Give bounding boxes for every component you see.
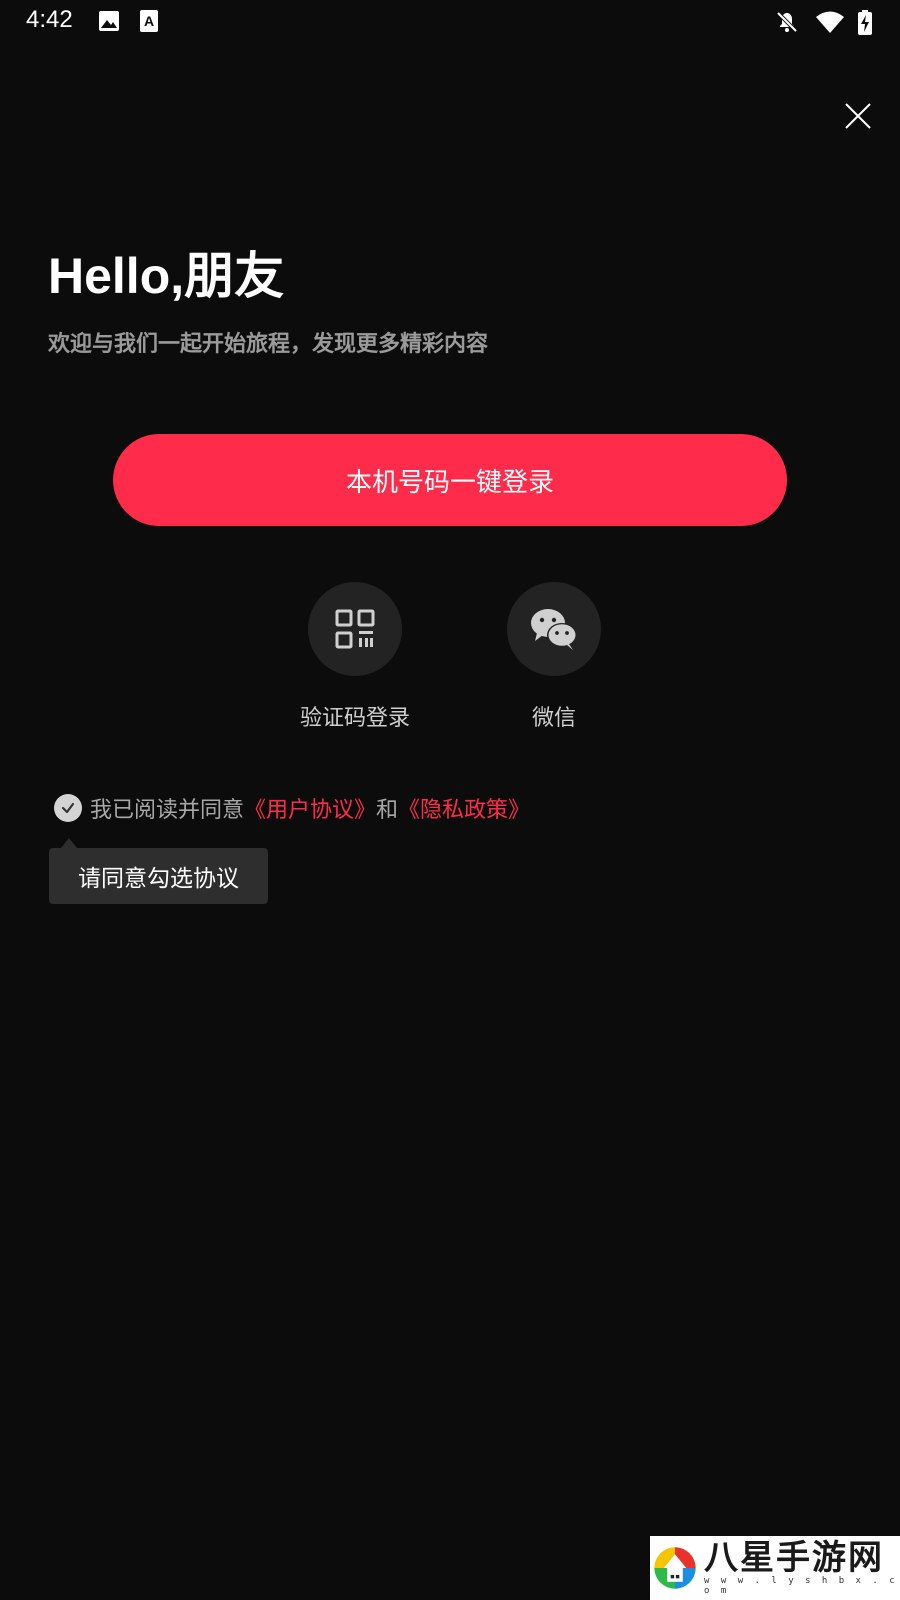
status-time: 4:42: [26, 6, 73, 33]
watermark-text: 八星手游网: [704, 1538, 885, 1578]
wechat-login-label: 微信: [531, 706, 576, 731]
qr-code-icon: [335, 609, 375, 649]
agreement-tooltip: 请同意勾选协议: [49, 848, 268, 904]
user-agreement-link[interactable]: 《用户协议》: [244, 792, 376, 824]
close-icon: [845, 103, 871, 129]
text-a-icon: A: [140, 10, 158, 36]
privacy-policy-link[interactable]: 《隐私政策》: [398, 792, 530, 824]
image-icon: [98, 10, 120, 36]
agreement-and: 和: [376, 798, 399, 823]
wechat-login-option[interactable]: 微信: [484, 582, 624, 732]
watermark: 八星手游网 w w w . l y s h b x . c o m: [650, 1536, 900, 1600]
greeting-title: Hello,朋友: [48, 248, 285, 304]
wifi-icon: [815, 10, 845, 38]
close-button[interactable]: [838, 96, 878, 136]
watermark-logo-icon: [654, 1547, 696, 1589]
sms-code-login-button[interactable]: [308, 582, 402, 676]
agreement-prefix: 我已阅读并同意: [90, 798, 245, 823]
sms-code-login-option[interactable]: 验证码登录: [285, 582, 425, 732]
wechat-login-button[interactable]: [507, 582, 601, 676]
greeting-subtitle: 欢迎与我们一起开始旅程，发现更多精彩内容: [48, 332, 489, 357]
tooltip-arrow: [61, 838, 77, 848]
wechat-icon: [531, 609, 577, 650]
sms-code-login-label: 验证码登录: [299, 706, 410, 731]
check-icon: [61, 802, 75, 814]
svg-text:A: A: [144, 13, 154, 29]
status-bar: 4:42 A: [0, 0, 900, 46]
notifications-off-icon: [775, 10, 799, 38]
one-click-login-button[interactable]: 本机号码一键登录: [113, 434, 787, 526]
battery-charging-icon: [857, 10, 873, 40]
agreement-row: 我已阅读并同意 《用户协议》 和 《隐私政策》: [54, 792, 530, 824]
watermark-url: w w w . l y s h b x . c o m: [704, 1576, 898, 1596]
agreement-checkbox[interactable]: [54, 794, 82, 822]
